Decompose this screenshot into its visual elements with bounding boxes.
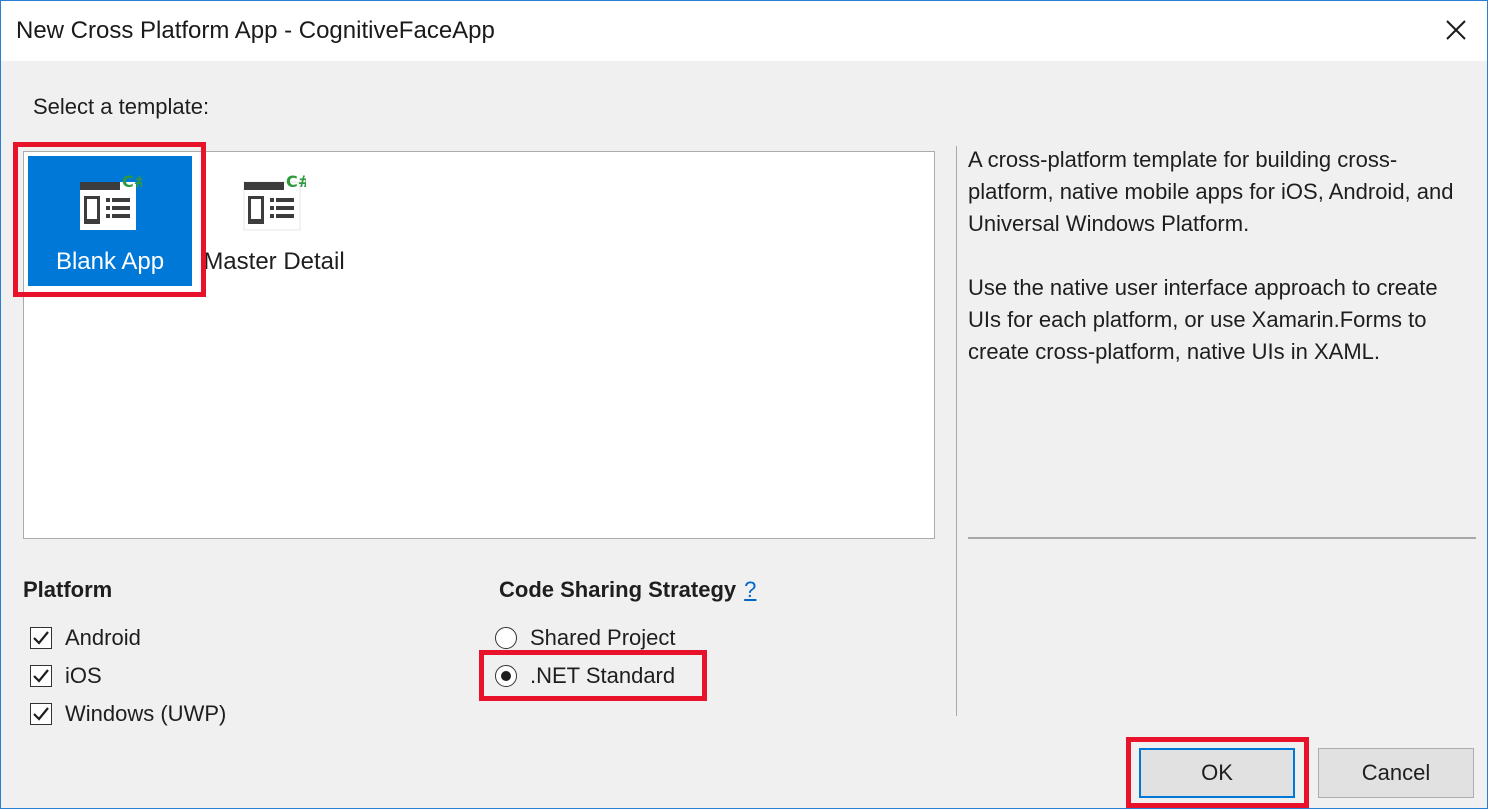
checkbox-android[interactable]: Android [30,623,141,653]
cancel-button[interactable]: Cancel [1318,748,1474,798]
checkmark-icon [33,707,49,721]
checkbox-label: Android [65,625,141,650]
svg-text:C#: C# [122,174,142,191]
template-list: C# Blank App C# Master Detail [23,151,935,539]
ok-button[interactable]: OK [1139,748,1295,798]
checkbox-ios[interactable]: iOS [30,661,102,691]
checkbox-windows-uwp[interactable]: Windows (UWP) [30,699,226,729]
checkbox-box[interactable] [30,627,52,649]
template-master-detail[interactable]: C# Master Detail [192,156,356,286]
template-label: Blank App [55,248,165,275]
checkbox-box[interactable] [30,703,52,725]
platform-title: Platform [23,577,113,602]
radio-circle[interactable] [495,627,517,649]
radio-label: Shared Project [530,625,676,650]
radio-selected-dot [501,671,511,681]
help-link[interactable]: ? [744,577,756,602]
checkbox-box[interactable] [30,665,52,687]
close-icon [1446,20,1466,40]
dialog-window: New Cross Platform App - CognitiveFaceAp… [0,0,1488,809]
template-label: Master Detail [203,248,345,275]
close-button[interactable] [1439,13,1473,47]
code-sharing-title-text: Code Sharing Strategy [499,577,737,602]
select-template-label: Select a template: [33,94,210,119]
description-paragraph: A cross-platform template for building c… [968,147,1454,236]
title-bar[interactable]: New Cross Platform App - CognitiveFaceAp… [1,1,1487,61]
radio-net-standard[interactable]: .NET Standard [495,661,675,691]
checkmark-icon [33,631,49,645]
radio-shared-project[interactable]: Shared Project [495,623,676,653]
checkbox-label: iOS [65,663,102,688]
master-detail-template-icon: C# [243,174,306,231]
radio-label: .NET Standard [530,663,676,688]
vertical-divider [956,146,957,716]
horizontal-divider [968,537,1476,539]
window-title: New Cross Platform App - CognitiveFaceAp… [16,17,495,44]
checkmark-icon [33,669,49,683]
template-description: A cross-platform template for building c… [968,144,1473,400]
radio-circle[interactable] [495,665,517,687]
blank-app-template-icon: C# [80,174,142,230]
description-paragraph: Use the native user interface approach t… [968,275,1438,364]
template-blank-app[interactable]: C# Blank App [28,156,192,286]
code-sharing-title: Code Sharing Strategy? [499,577,756,603]
checkbox-label: Windows (UWP) [65,701,227,726]
svg-text:C#: C# [286,174,306,191]
